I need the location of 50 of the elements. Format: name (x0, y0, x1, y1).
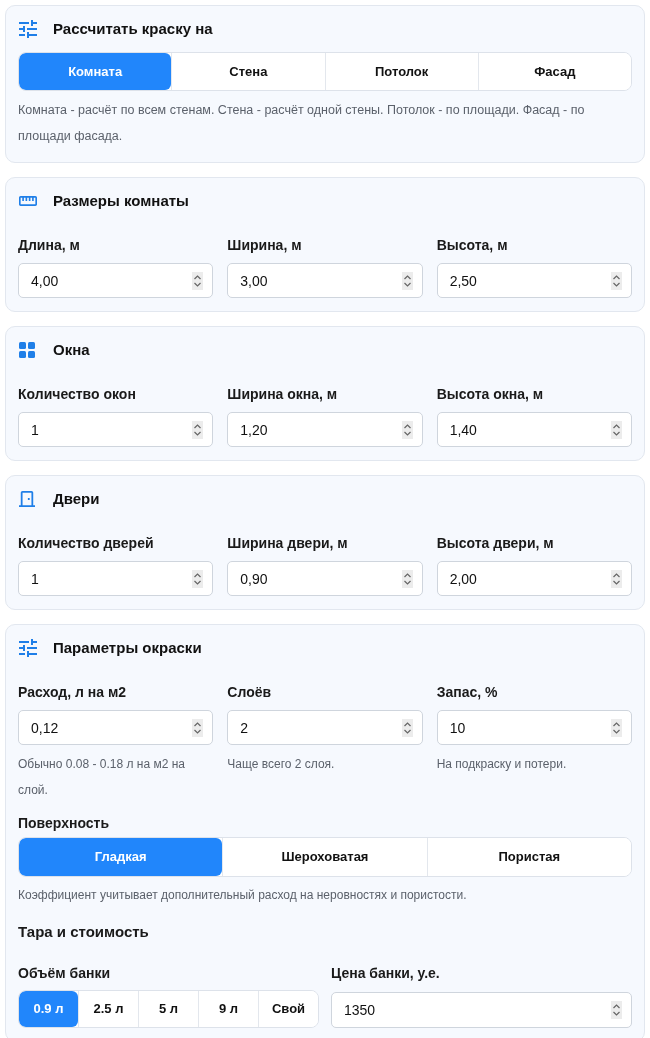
number-field[interactable]: 2,00 (436, 561, 632, 596)
field-label: Высота, м (436, 236, 509, 255)
field-hint: Обычно 0.08 - 0.18 л на м2 на слой. (18, 756, 186, 799)
field-label: Цена банки, у.е. (331, 964, 441, 983)
field-label: Высота двери, м (436, 534, 555, 553)
number-field[interactable]: 3,00 (227, 263, 423, 298)
section-title: Двери (53, 489, 100, 509)
field-label: Запас, % (436, 683, 499, 702)
field-label: Ширина, м (227, 236, 303, 255)
number-field[interactable]: 1350 (331, 992, 632, 1028)
sliders-icon (19, 639, 37, 657)
field-label: Количество окон (18, 385, 137, 404)
section-title: Окна (53, 340, 90, 360)
mode-tab[interactable]: Комната (19, 53, 172, 90)
field-hint: На подкраску и потери. (436, 756, 568, 773)
field-label: Объём банки (18, 964, 112, 983)
surface-option[interactable]: Пористая (426, 838, 631, 876)
subsection-title: Тара и стоимость (18, 922, 150, 942)
volume-option[interactable]: 0.9 л (19, 991, 78, 1027)
mode-tab[interactable]: Фасад (477, 53, 631, 90)
number-field[interactable]: 10 (436, 710, 632, 745)
number-field[interactable]: 1 (18, 561, 214, 596)
number-field[interactable]: 1,20 (227, 412, 423, 447)
field-label: Ширина окна, м (227, 385, 339, 404)
field-label: Количество дверей (18, 534, 155, 553)
section-title: Параметры окраски (53, 638, 202, 658)
surface-hint: Коэффициент учитывает дополнительный расход на неровностях и пористости. (18, 887, 468, 904)
surface-option[interactable]: Гладкая (19, 838, 223, 876)
number-field[interactable]: 0,90 (227, 561, 423, 596)
number-field[interactable]: 1 (18, 412, 214, 447)
section-title: Размеры комнаты (53, 191, 189, 211)
number-field[interactable]: 2,50 (436, 263, 632, 298)
window-grid-icon (19, 342, 35, 358)
field-label: Расход, л на м2 (18, 683, 128, 702)
field-label: Длина, м (18, 236, 81, 255)
field-label: Слоёв (227, 683, 273, 702)
number-field[interactable]: 2 (227, 710, 423, 745)
field-label: Поверхность (18, 814, 111, 833)
sliders-icon (19, 20, 37, 38)
field-label: Высота окна, м (436, 385, 545, 404)
door-icon (19, 490, 35, 508)
field-label: Ширина двери, м (227, 534, 349, 553)
volume-option[interactable]: Свой (258, 991, 318, 1027)
mode-description: Комната - расчёт по всем стенам. Стена - расчёт одной стены. Потолок - по площади. Фасад - по площади фасада. (18, 102, 586, 145)
number-field[interactable]: 1,40 (436, 412, 632, 447)
field-hint: Чаще всего 2 слоя. (227, 756, 336, 773)
number-field[interactable]: 0,12 (18, 710, 214, 745)
section-title: Рассчитать краску на (53, 19, 213, 39)
ruler-icon (19, 195, 37, 207)
number-field[interactable]: 4,00 (18, 263, 214, 298)
